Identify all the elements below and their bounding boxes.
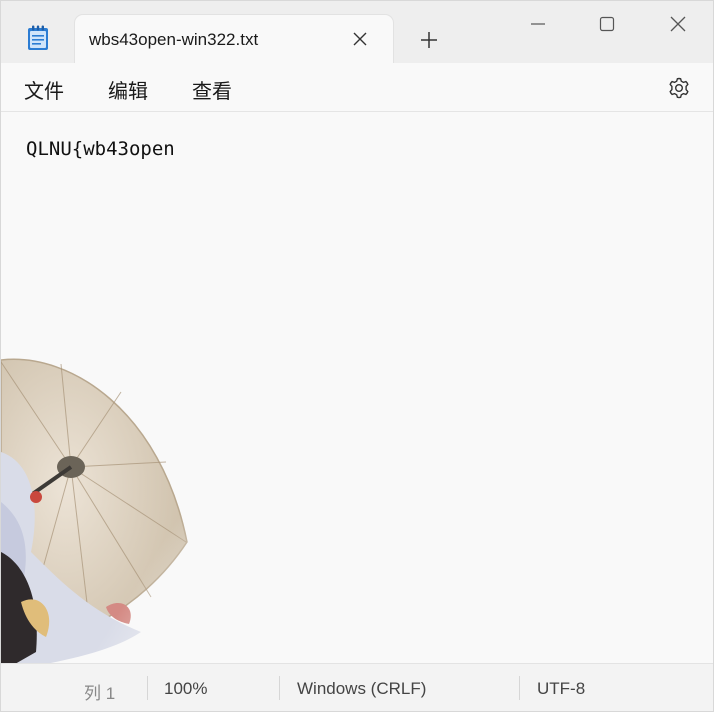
encoding[interactable]: UTF-8 bbox=[537, 679, 585, 699]
status-bar: 列 1 100% Windows (CRLF) UTF-8 bbox=[1, 663, 713, 711]
minimize-icon[interactable] bbox=[515, 9, 561, 39]
zoom-level[interactable]: 100% bbox=[164, 679, 207, 699]
gear-icon[interactable] bbox=[667, 76, 691, 100]
menu-view[interactable]: 查看 bbox=[192, 75, 232, 104]
notepad-icon bbox=[27, 25, 49, 51]
menu-edit[interactable]: 编辑 bbox=[108, 75, 148, 104]
close-icon[interactable] bbox=[655, 9, 701, 39]
status-divider bbox=[519, 676, 520, 700]
tab-document[interactable]: wbs43open-win322.txt bbox=[75, 15, 393, 63]
maximize-icon[interactable] bbox=[584, 9, 630, 39]
plus-icon[interactable] bbox=[419, 30, 439, 50]
tab-title: wbs43open-win322.txt bbox=[89, 30, 259, 49]
notepad-window: wbs43open-win322.txt 文件 编辑 查看 QLNU{wb43o… bbox=[0, 0, 714, 712]
line-ending[interactable]: Windows (CRLF) bbox=[297, 679, 426, 699]
wallpaper-art bbox=[1, 352, 201, 663]
menu-file[interactable]: 文件 bbox=[24, 75, 64, 104]
editor-content[interactable]: QLNU{wb43open bbox=[26, 138, 175, 160]
title-bar[interactable]: wbs43open-win322.txt bbox=[1, 1, 713, 63]
close-icon[interactable] bbox=[352, 31, 368, 47]
status-divider bbox=[147, 676, 148, 700]
cursor-position: 列 1 bbox=[84, 684, 116, 703]
menu-bar: 文件 编辑 查看 bbox=[1, 63, 713, 112]
text-editor[interactable]: QLNU{wb43open bbox=[1, 112, 713, 663]
status-divider bbox=[279, 676, 280, 700]
